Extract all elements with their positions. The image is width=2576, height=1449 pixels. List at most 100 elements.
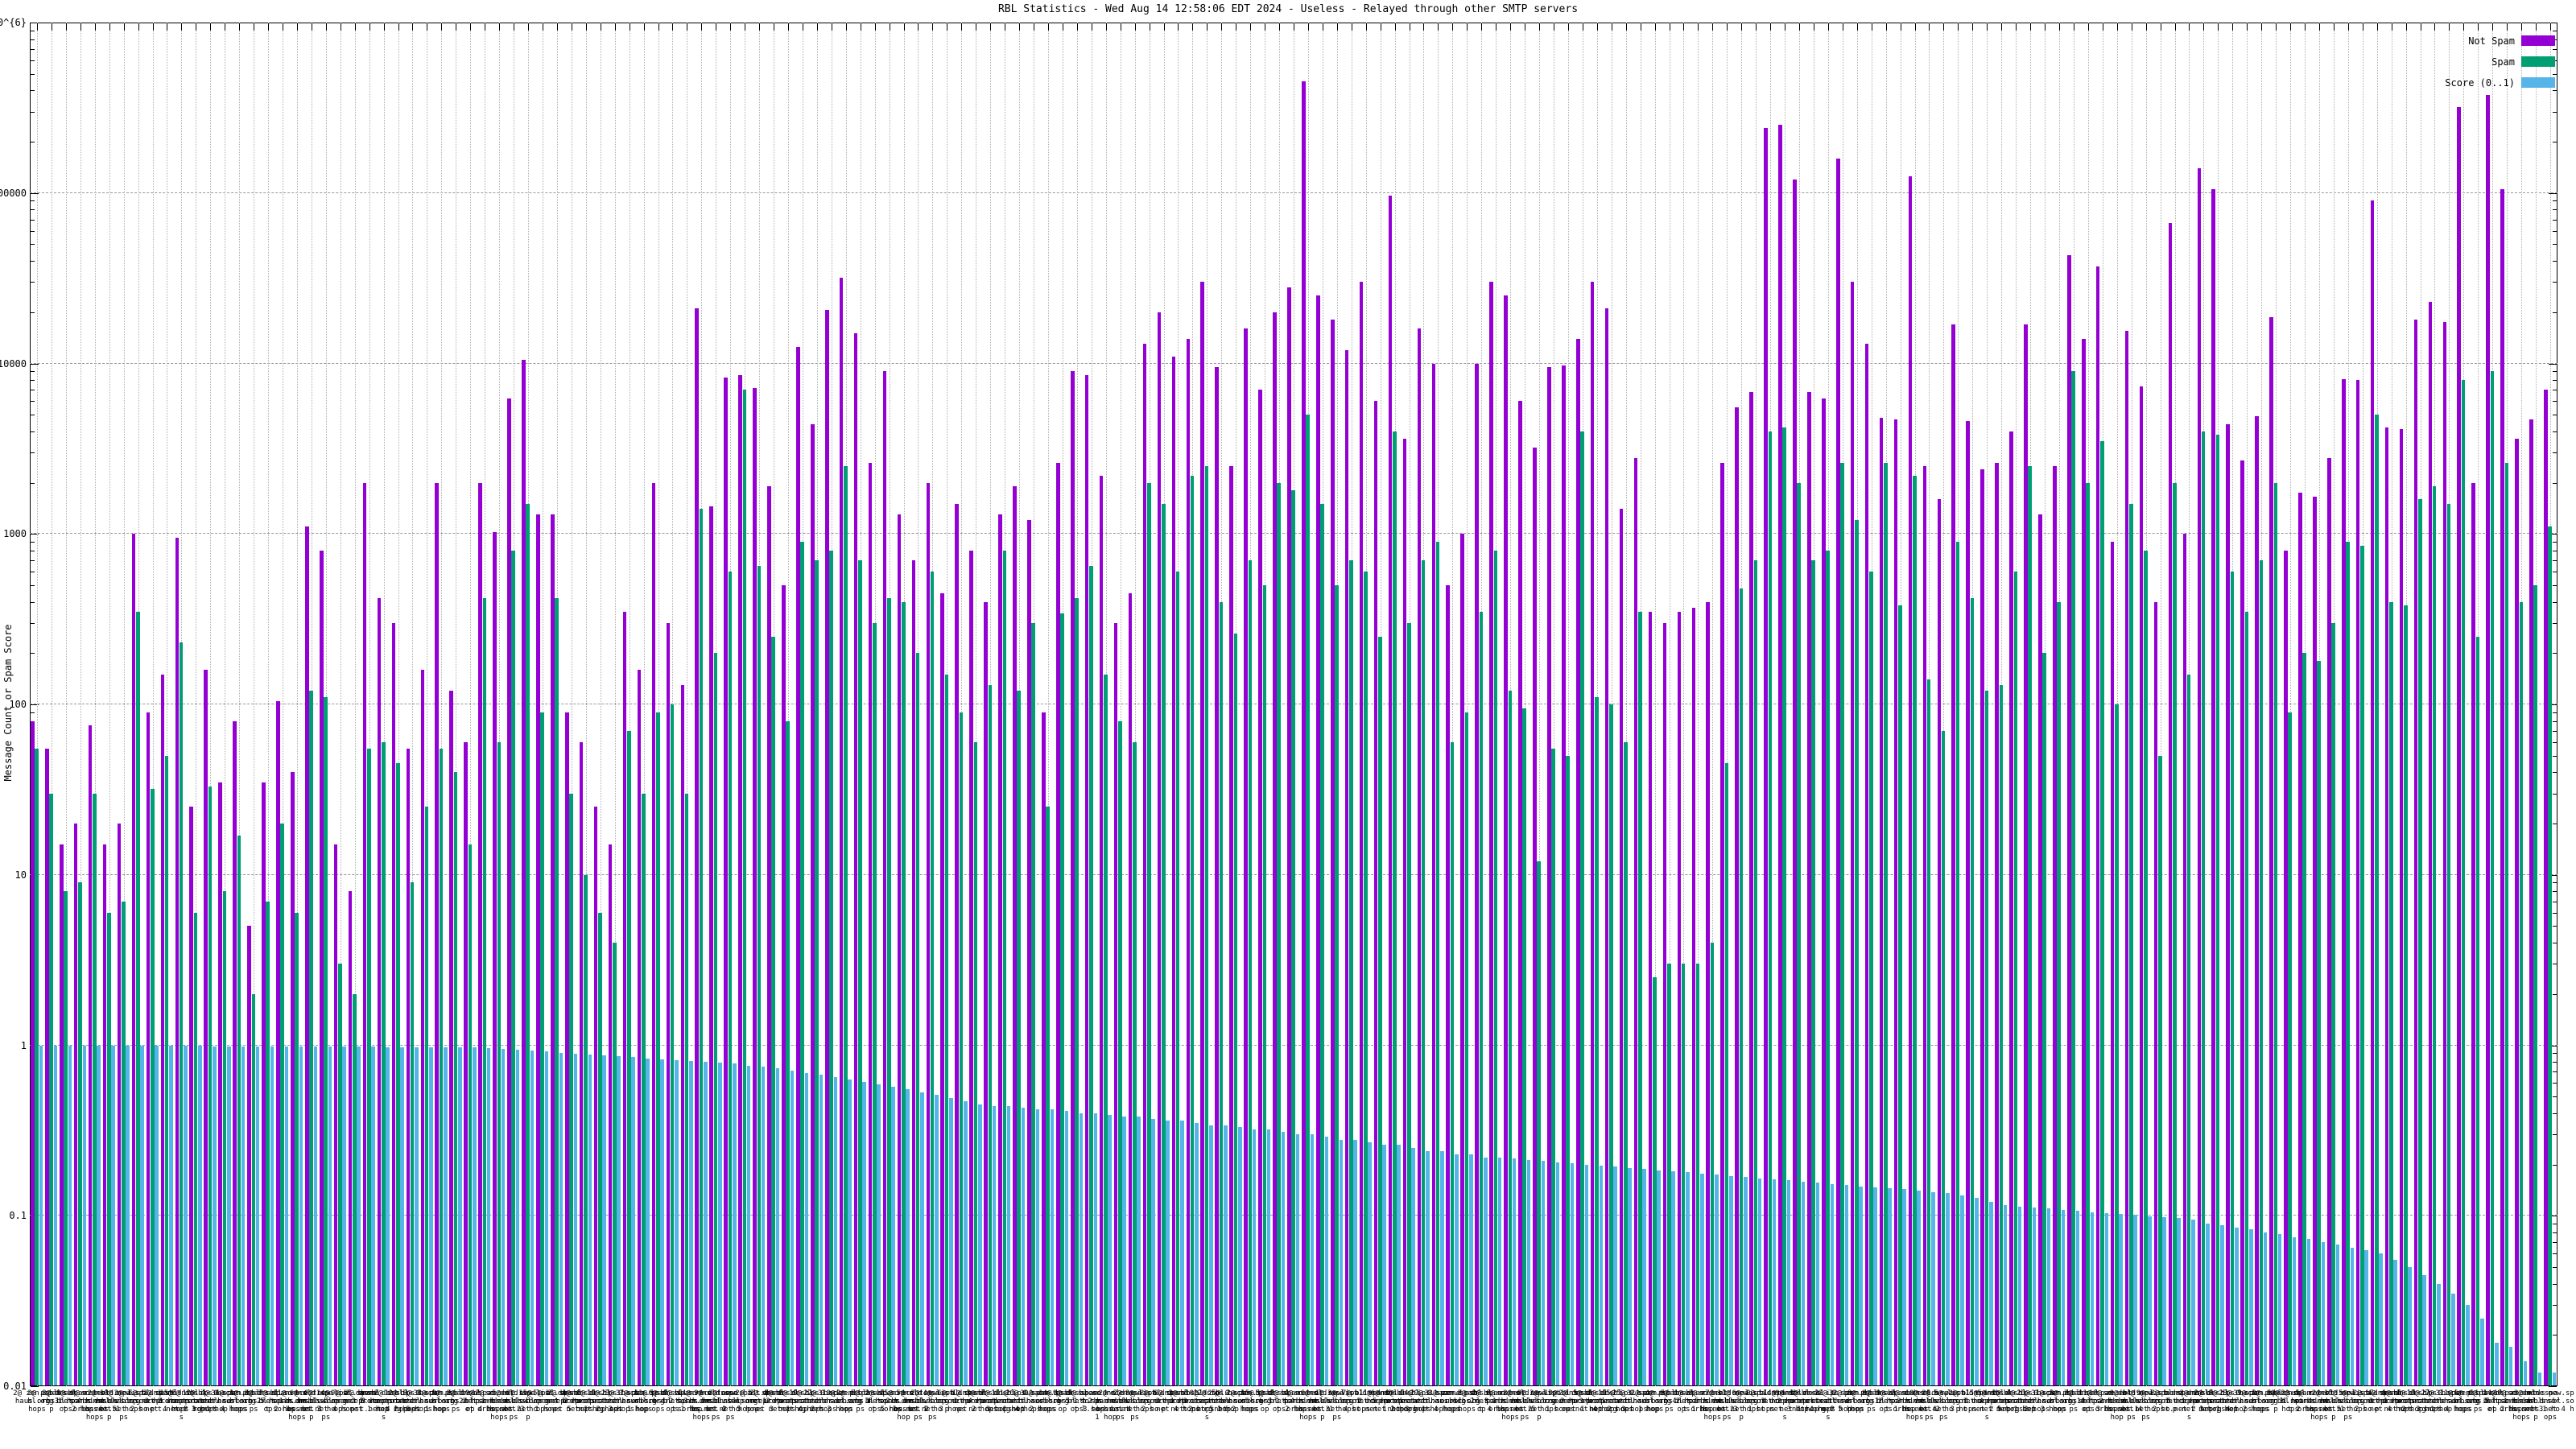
bar-spam bbox=[2129, 503, 2133, 1385]
bar-not-spam bbox=[1084, 375, 1089, 1385]
bar-not-spam bbox=[59, 844, 64, 1385]
bar-not-spam bbox=[796, 346, 800, 1385]
y-minor-tick-right bbox=[2553, 261, 2557, 262]
x-tick-top bbox=[239, 23, 241, 31]
bar-spam bbox=[135, 611, 140, 1385]
y-tick-label: 100 bbox=[9, 699, 27, 710]
bar-spam bbox=[1710, 943, 1715, 1385]
bar-not-spam bbox=[1287, 287, 1291, 1385]
bar-score bbox=[1686, 1172, 1690, 1385]
bar-score bbox=[1006, 1105, 1011, 1385]
bar-score bbox=[1526, 1159, 1531, 1385]
bar-score bbox=[559, 1053, 564, 1385]
y-minor-tick-right bbox=[2553, 1071, 2557, 1073]
y-minor-tick-right bbox=[2553, 1164, 2557, 1166]
x-tick-top bbox=[874, 23, 876, 31]
bar-spam bbox=[873, 622, 877, 1385]
bar-score bbox=[573, 1054, 578, 1385]
bar-score bbox=[111, 1046, 115, 1385]
bar-spam bbox=[266, 901, 270, 1385]
bar-not-spam bbox=[1402, 439, 1407, 1385]
bar-spam bbox=[2490, 371, 2495, 1385]
bar-not-spam bbox=[2053, 465, 2057, 1385]
bar-not-spam bbox=[2139, 386, 2144, 1385]
bar-score bbox=[444, 1047, 448, 1385]
bar-score bbox=[1223, 1125, 1228, 1385]
bar-not-spam bbox=[998, 514, 1002, 1385]
bar-score bbox=[1122, 1117, 1126, 1385]
bar-not-spam bbox=[117, 824, 122, 1385]
bar-spam bbox=[1450, 741, 1455, 1385]
y-minor-tick-right bbox=[2553, 653, 2557, 654]
bar-spam bbox=[641, 793, 646, 1385]
bar-score bbox=[1844, 1184, 1849, 1385]
bar-score bbox=[1801, 1181, 1806, 1385]
bar-not-spam bbox=[1575, 338, 1580, 1385]
bar-not-spam bbox=[1244, 328, 1248, 1385]
y-minor-tick-right bbox=[2553, 380, 2557, 382]
bar-spam bbox=[251, 993, 256, 1385]
bar-not-spam bbox=[1330, 320, 1335, 1385]
bar-score bbox=[530, 1051, 535, 1385]
bar-spam bbox=[1724, 763, 1729, 1385]
bar-spam bbox=[222, 891, 227, 1385]
bar-not-spam bbox=[1604, 308, 1609, 1385]
bar-score bbox=[2321, 1242, 2326, 1385]
bar-score bbox=[2206, 1223, 2210, 1385]
bar-spam bbox=[1797, 482, 1801, 1385]
y-minor-tick-right bbox=[2553, 712, 2557, 713]
y-minor-tick-left bbox=[31, 73, 35, 75]
x-tick-top bbox=[499, 23, 501, 31]
y-tick-label: 10000 bbox=[0, 357, 27, 369]
x-tick-top bbox=[903, 23, 905, 31]
bar-spam bbox=[901, 601, 906, 1385]
bar-not-spam bbox=[2500, 189, 2504, 1385]
x-tick-top bbox=[1727, 23, 1728, 31]
bar-score bbox=[486, 1048, 491, 1385]
bar-spam bbox=[439, 748, 444, 1385]
bar-not-spam bbox=[1258, 390, 1262, 1385]
x-tick-top bbox=[1683, 23, 1685, 31]
bar-score bbox=[2191, 1219, 2195, 1385]
bar-not-spam bbox=[738, 375, 742, 1385]
bar-spam bbox=[1075, 598, 1079, 1385]
bar-not-spam bbox=[2326, 457, 2331, 1385]
bar-spam bbox=[728, 572, 733, 1385]
bar-spam bbox=[324, 697, 328, 1385]
x-tick-top bbox=[1394, 23, 1396, 31]
x-tick-top bbox=[2232, 23, 2234, 31]
bar-score bbox=[1946, 1192, 1950, 1385]
y-minor-tick-right bbox=[2553, 209, 2557, 211]
y-minor-tick-right bbox=[2553, 312, 2557, 313]
bar-not-spam bbox=[189, 807, 194, 1385]
bar-spam bbox=[887, 598, 891, 1385]
bar-score bbox=[2220, 1225, 2224, 1385]
x-tick-top bbox=[701, 23, 703, 31]
y-minor-tick-right bbox=[2553, 730, 2557, 732]
bar-score bbox=[1815, 1183, 1820, 1385]
bar-not-spam bbox=[291, 772, 295, 1385]
x-tick-top bbox=[1943, 23, 1945, 31]
bar-score bbox=[1483, 1157, 1488, 1385]
bar-not-spam bbox=[333, 844, 338, 1385]
bar-not-spam bbox=[2226, 423, 2230, 1385]
bar-not-spam bbox=[1027, 520, 1031, 1385]
x-tick-top bbox=[759, 23, 761, 31]
bar-not-spam bbox=[2009, 431, 2013, 1385]
bar-not-spam bbox=[348, 891, 353, 1385]
bar-spam bbox=[959, 712, 964, 1385]
bar-not-spam bbox=[593, 807, 598, 1385]
bar-score bbox=[313, 1046, 318, 1385]
x-tick-top bbox=[94, 23, 96, 31]
bar-spam bbox=[2028, 465, 2033, 1385]
x-tick-top bbox=[2434, 23, 2436, 31]
bar-spam bbox=[2417, 499, 2422, 1385]
x-tick-top bbox=[1972, 23, 1974, 31]
x-tick-top bbox=[1770, 23, 1772, 31]
bar-score bbox=[97, 1046, 101, 1385]
bar-spam bbox=[1002, 550, 1007, 1385]
bar-not-spam bbox=[493, 531, 497, 1385]
x-tick-top bbox=[1163, 23, 1165, 31]
bar-not-spam bbox=[1373, 401, 1378, 1385]
x-tick-top bbox=[2290, 23, 2292, 31]
